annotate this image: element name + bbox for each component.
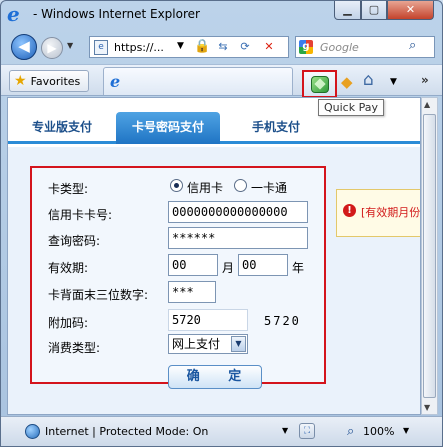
zoom-icon[interactable]: ⌕ (347, 424, 354, 439)
stop-icon[interactable]: ✕ (260, 39, 278, 56)
tab-pro-payment[interactable]: 专业版支付 (12, 112, 112, 144)
radio-credit-card-label: 信用卡 (187, 181, 224, 195)
ie-tab-icon: e (110, 72, 121, 91)
confirm-button[interactable]: 确 定 (168, 365, 262, 389)
ie-window: e - Windows Internet Explorer ▁ ▢ ✕ ◀ ▶ … (0, 0, 443, 447)
scrollbar-thumb[interactable] (423, 114, 436, 398)
refresh-icon[interactable]: ⟳ (236, 39, 254, 56)
error-icon: ! (343, 204, 356, 217)
navigation-bar: ◀ ▶ ▼ e https://... ▼ 🔒 ⇆ ⟳ ✕ g Google ⌕ (1, 31, 442, 63)
more-tools-icon[interactable]: » (421, 73, 429, 87)
cvv-row: 卡背面末三位数字: *** (32, 281, 324, 305)
zoom-dropdown-icon[interactable]: ▼ (403, 426, 409, 435)
radio-yikatong[interactable] (234, 179, 247, 192)
popup-blocker-icon[interactable]: ⛶ (299, 423, 315, 439)
compatibility-view-icon[interactable]: ⇆ (214, 39, 232, 56)
minimize-button[interactable]: ▁ (334, 1, 361, 20)
extra-code-input[interactable]: 5720 (168, 309, 248, 331)
search-input[interactable]: Google (320, 41, 359, 54)
page-content: 专业版支付 卡号密码支付 手机支付 卡类型: 信用卡 一卡通 信用卡卡号: 00… (7, 97, 421, 415)
extra-code-row: 附加码: 5720 5720 (32, 309, 324, 333)
card-number-label: 信用卡卡号: (48, 208, 113, 222)
close-button[interactable]: ✕ (387, 1, 434, 20)
quick-pay-icon (311, 76, 329, 93)
favorites-label: Favorites (30, 74, 81, 88)
card-number-input[interactable]: 0000000000000000 (168, 201, 308, 223)
forward-button[interactable]: ▶ (41, 37, 63, 59)
expiry-row: 有效期: 00 月 00 年 (32, 254, 324, 278)
expiry-label: 有效期: (48, 261, 89, 275)
consumption-type-row: 消费类型: 网上支付 ▼ (32, 334, 324, 358)
star-icon: ★ (14, 73, 27, 89)
maximize-button[interactable]: ▢ (361, 1, 387, 20)
recent-pages-dropdown[interactable]: ▼ (67, 41, 73, 50)
address-input[interactable]: https://... (114, 41, 164, 54)
query-password-row: 查询密码: ****** (32, 227, 324, 251)
chevron-down-icon[interactable]: ▼ (231, 336, 246, 352)
year-unit: 年 (292, 261, 305, 275)
extra-code-label: 附加码: (48, 316, 89, 330)
cvv-label: 卡背面末三位数字: (48, 288, 149, 302)
home-dropdown-icon[interactable]: ▼ (390, 77, 397, 87)
tab-card-password-payment[interactable]: 卡号密码支付 (116, 112, 220, 144)
status-bar: Internet | Protected Mode: On ▼ ⛶ ⌕ 100%… (1, 416, 442, 446)
query-password-label: 查询密码: (48, 234, 101, 248)
search-box[interactable]: g Google ⌕ (295, 36, 435, 58)
radio-credit-card[interactable] (170, 179, 183, 192)
radio-yikatong-label: 一卡通 (251, 181, 288, 195)
scroll-down-icon[interactable]: ▼ (424, 403, 430, 412)
page-icon: e (94, 40, 108, 55)
security-zone-text[interactable]: Internet | Protected Mode: On (45, 425, 208, 438)
home-icon[interactable]: ⌂ (363, 70, 374, 90)
search-icon[interactable]: ⌕ (409, 38, 416, 53)
card-number-row: 信用卡卡号: 0000000000000000 (32, 201, 324, 225)
favorites-button[interactable]: ★ Favorites (9, 70, 90, 92)
payment-panel: 卡类型: 信用卡 一卡通 信用卡卡号: 0000000000000000 查询密… (8, 147, 421, 414)
extra-code-image: 5720 (264, 314, 301, 328)
card-type-label: 卡类型: (48, 182, 89, 196)
consumption-type-select[interactable]: 网上支付 ▼ (168, 334, 248, 354)
consumption-type-label: 消费类型: (48, 341, 101, 355)
zoom-level[interactable]: 100% (363, 425, 394, 438)
expiry-month-input[interactable]: 00 (168, 254, 218, 276)
consumption-type-value: 网上支付 (172, 337, 221, 351)
address-dropdown-icon[interactable]: ▼ (177, 41, 184, 51)
back-button[interactable]: ◀ (11, 34, 37, 60)
query-password-input[interactable]: ****** (168, 227, 308, 249)
month-unit: 月 (222, 261, 235, 275)
quick-pay-button[interactable] (302, 70, 337, 98)
zone-dropdown-icon[interactable]: ▼ (282, 426, 288, 435)
globe-icon (25, 424, 40, 439)
ie-logo-icon: e (7, 2, 20, 26)
address-bar[interactable]: e https://... ▼ 🔒 ⇆ ⟳ ✕ (89, 36, 289, 58)
title-bar: e - Windows Internet Explorer ▁ ▢ ✕ (1, 1, 442, 29)
scroll-up-icon[interactable]: ▲ (424, 100, 430, 109)
expiry-year-input[interactable]: 00 (238, 254, 288, 276)
favorites-bar: ★ Favorites e (1, 64, 442, 96)
lock-icon[interactable]: 🔒 (194, 39, 210, 55)
alert-message: [有效期月份 (361, 206, 421, 219)
card-payment-form: 卡类型: 信用卡 一卡通 信用卡卡号: 0000000000000000 查询密… (30, 166, 326, 384)
feeds-icon[interactable]: ◆ (341, 73, 353, 91)
browser-tab[interactable]: e (103, 67, 293, 95)
cvv-input[interactable]: *** (168, 281, 216, 303)
card-type-row: 卡类型: 信用卡 一卡通 (32, 175, 324, 199)
validation-alert: ! [有效期月份 (336, 189, 421, 237)
window-title: - Windows Internet Explorer (33, 7, 200, 21)
quick-pay-tooltip: Quick Pay (318, 99, 384, 116)
google-icon: g (299, 40, 313, 54)
tab-mobile-payment[interactable]: 手机支付 (226, 112, 326, 144)
vertical-scrollbar[interactable]: ▲ ▼ (421, 97, 438, 415)
